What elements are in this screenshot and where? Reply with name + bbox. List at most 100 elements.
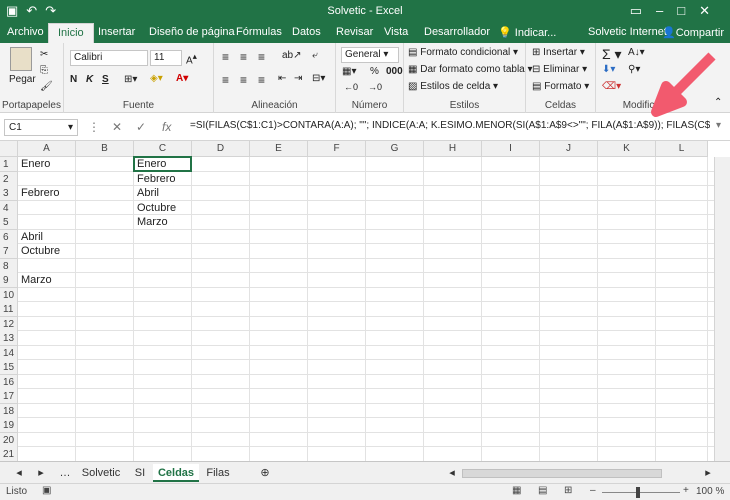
zoom-slider[interactable] [602, 492, 680, 493]
select-all-corner[interactable] [0, 141, 18, 157]
row-header-3[interactable]: 3 [0, 186, 18, 201]
maximize-icon[interactable]: □ [677, 3, 699, 18]
tab-inicio[interactable]: Inicio [48, 23, 94, 43]
cancel-icon[interactable]: ✕ [112, 120, 122, 134]
row-header-17[interactable]: 17 [0, 389, 18, 404]
tab-insertar[interactable]: Insertar [98, 26, 135, 38]
row-header-4[interactable]: 4 [0, 200, 18, 216]
add-sheet-icon[interactable]: ⊕ [256, 464, 274, 482]
cell-c5[interactable]: Marzo [134, 215, 168, 230]
row-header-8[interactable]: 8 [0, 258, 18, 274]
wrap-text-icon[interactable]: ⤶ [312, 50, 318, 61]
tab-archivo[interactable]: Archivo [7, 26, 44, 38]
tab-revisar[interactable]: Revisar [336, 26, 373, 38]
column-header-f[interactable]: F [308, 141, 366, 157]
minimize-icon[interactable]: – [656, 3, 677, 18]
row-header-19[interactable]: 19 [0, 418, 18, 433]
share-button[interactable]: 👤Compartir [662, 26, 724, 39]
align-center-icon[interactable]: ≡ [240, 73, 247, 87]
row-header-7[interactable]: 7 [0, 244, 18, 259]
cell-a3[interactable]: Febrero [18, 186, 60, 201]
zoom-in-icon[interactable]: + [683, 485, 689, 496]
format-as-table-button[interactable]: ▦ Dar formato como tabla ▾ [408, 64, 533, 75]
column-header-c[interactable]: C [134, 141, 192, 157]
cut-icon[interactable]: ✂ [40, 49, 48, 60]
zoom-level[interactable]: 100 % [696, 486, 724, 497]
row-header-6[interactable]: 6 [0, 229, 18, 245]
clear-icon[interactable]: ⌫▾ [602, 81, 621, 92]
font-name-select[interactable]: Calibri [70, 50, 148, 66]
ribbon-display-icon[interactable]: ▭ [630, 3, 656, 18]
column-header-d[interactable]: D [192, 141, 250, 157]
cell-a9[interactable]: Marzo [18, 273, 52, 288]
cell-c4[interactable]: Octubre [134, 201, 176, 216]
paste-label[interactable]: Pegar [9, 74, 36, 85]
normal-view-icon[interactable]: ▦ [512, 485, 521, 496]
row-header-1[interactable]: 1 [0, 157, 18, 172]
row-header-13[interactable]: 13 [0, 331, 18, 346]
align-right-icon[interactable]: ≡ [258, 73, 265, 87]
number-format-select[interactable]: General ▾ [341, 47, 399, 63]
close-icon[interactable]: ✕ [699, 3, 724, 18]
account-name[interactable]: Solvetic Internet [588, 26, 667, 38]
tab-vista[interactable]: Vista [384, 26, 408, 38]
hscroll-right-icon[interactable]: ▸ [702, 464, 714, 482]
font-color-icon[interactable]: A▾ [176, 73, 188, 84]
bold-button[interactable]: N [70, 74, 77, 85]
row-header-9[interactable]: 9 [0, 273, 18, 288]
column-header-h[interactable]: H [424, 141, 482, 157]
prev-sheet-icon[interactable]: ◂ [12, 464, 26, 482]
insert-button[interactable]: ⊞ Insertar ▾ [532, 47, 585, 58]
column-header-l[interactable]: L [656, 141, 708, 157]
row-header-10[interactable]: 10 [0, 287, 18, 303]
insert-function-button[interactable]: fx [162, 120, 171, 134]
tab-formulas[interactable]: Fórmulas [236, 26, 282, 38]
row-header-12[interactable]: 12 [0, 316, 18, 332]
align-left-icon[interactable]: ≡ [222, 73, 229, 87]
name-box[interactable]: C1 ▾ [4, 119, 78, 136]
column-header-b[interactable]: B [76, 141, 134, 157]
sheet-tab-solvetic[interactable]: Solvetic [76, 464, 126, 482]
column-header-g[interactable]: G [366, 141, 424, 157]
page-break-view-icon[interactable]: ⊞ [564, 485, 572, 496]
tab-desarrollador[interactable]: Desarrollador [424, 26, 490, 38]
cell-styles-button[interactable]: ▨ Estilos de celda ▾ [408, 81, 498, 92]
merge-center-icon[interactable]: ⊟▾ [312, 73, 325, 84]
underline-button[interactable]: S [102, 74, 109, 85]
sheet-tab-filas[interactable]: Filas [200, 464, 236, 482]
accounting-format-icon[interactable]: ▦▾ [342, 66, 356, 77]
row-header-18[interactable]: 18 [0, 403, 18, 419]
copy-icon[interactable]: ⎘ [40, 65, 48, 76]
row-header-11[interactable]: 11 [0, 302, 18, 317]
sheet-tab-celdas[interactable]: Celdas [153, 464, 199, 482]
tab-datos[interactable]: Datos [292, 26, 321, 38]
sheet-more-icon[interactable]: … [58, 464, 72, 482]
align-middle-icon[interactable]: ≡ [240, 50, 247, 64]
enter-icon[interactable]: ✓ [136, 120, 146, 134]
formula-input[interactable]: =SI(FILAS(C$1:C1)>CONTARA(A:A); ""; INDI… [190, 120, 710, 131]
tell-me-search[interactable]: 💡 Indicar... [498, 26, 556, 39]
row-header-15[interactable]: 15 [0, 360, 18, 375]
column-header-a[interactable]: A [18, 141, 76, 157]
borders-icon[interactable]: ⊞▾ [124, 74, 137, 85]
increase-decimal-icon[interactable]: ←0 [344, 82, 358, 92]
column-header-k[interactable]: K [598, 141, 656, 157]
format-button[interactable]: ▤ Formato ▾ [532, 81, 589, 92]
font-size-select[interactable]: 11 [150, 50, 182, 66]
percent-icon[interactable]: % [370, 66, 379, 77]
page-layout-view-icon[interactable]: ▤ [538, 485, 547, 496]
cell-a1[interactable]: Enero [18, 157, 50, 172]
align-bottom-icon[interactable]: ≡ [258, 50, 265, 64]
decrease-decimal-icon[interactable]: →0 [368, 82, 382, 92]
row-header-2[interactable]: 2 [0, 171, 18, 187]
orientation-icon[interactable]: ab↗ [282, 50, 302, 61]
italic-button[interactable]: K [86, 74, 93, 85]
cell-a7[interactable]: Octubre [18, 244, 60, 259]
format-painter-icon[interactable]: 🖌 [40, 81, 53, 92]
column-header-i[interactable]: I [482, 141, 540, 157]
column-header-j[interactable]: J [540, 141, 598, 157]
next-sheet-icon[interactable]: ▸ [34, 464, 48, 482]
spreadsheet-grid[interactable]: A B C D E F G H I J K L 1 2 3 4 5 6 7 8 9 10 11 12 13 14 15 16 17 18 1… [0, 141, 730, 461]
column-header-e[interactable]: E [250, 141, 308, 157]
cell-a6[interactable]: Abril [18, 230, 43, 245]
